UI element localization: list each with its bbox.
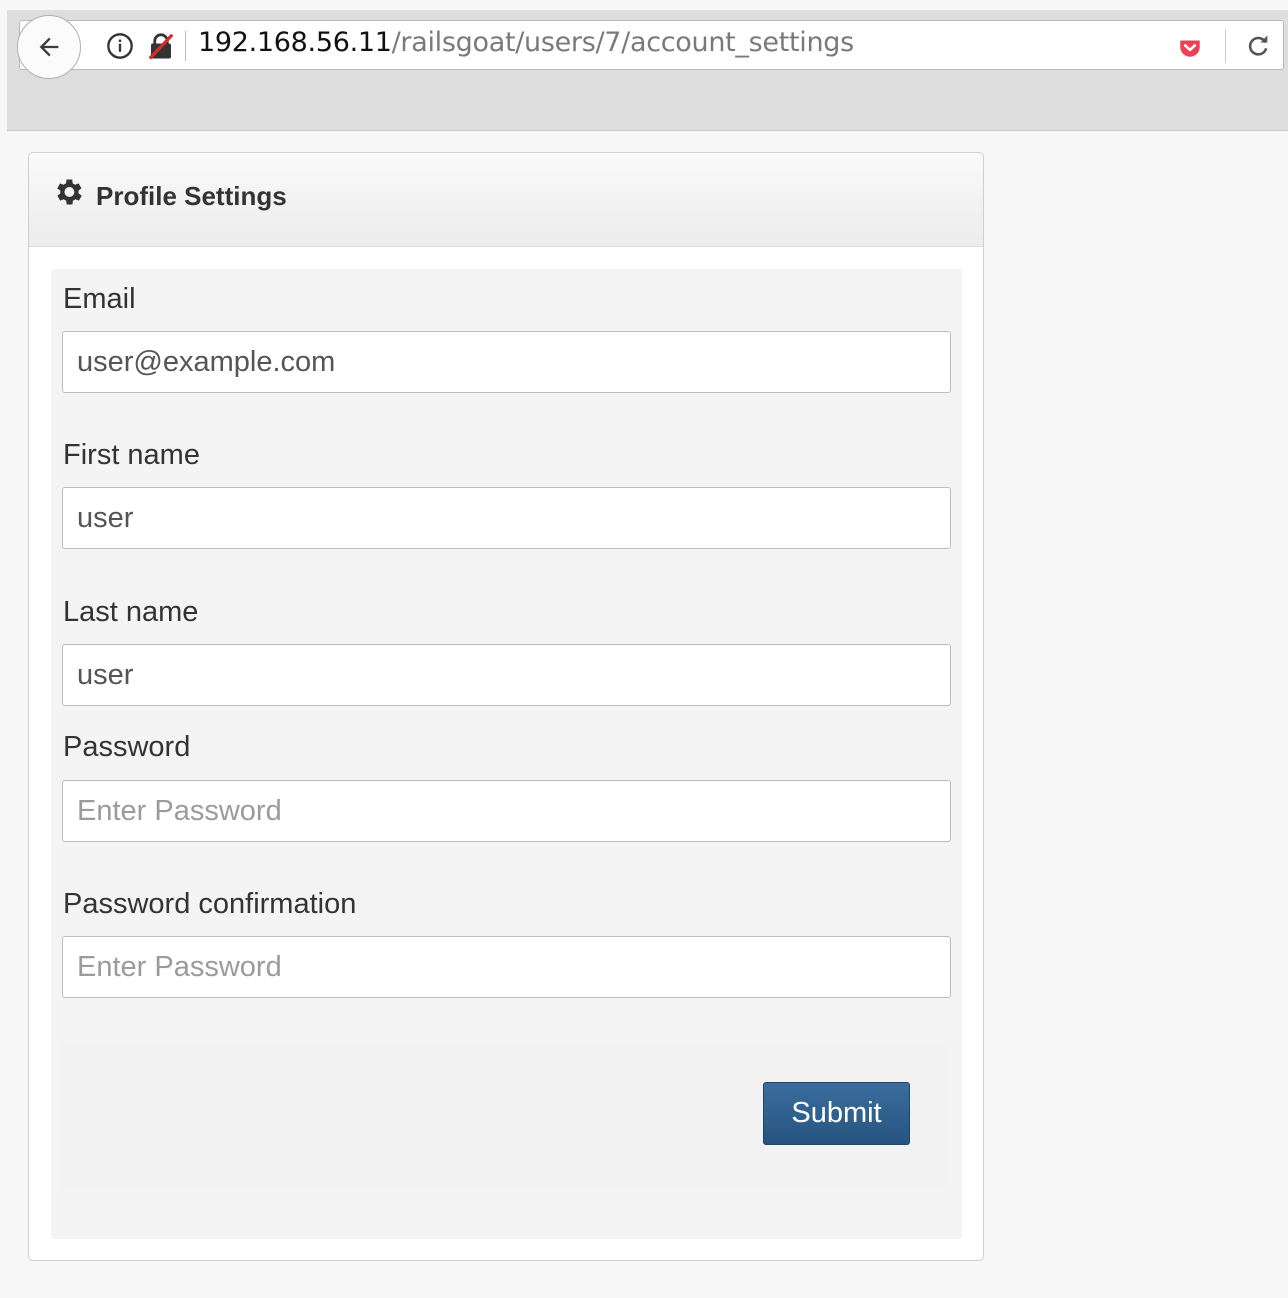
info-icon[interactable] bbox=[106, 32, 134, 60]
back-arrow-icon bbox=[39, 37, 59, 57]
password-label: Password bbox=[63, 731, 191, 763]
form-actions: Submit bbox=[62, 1041, 945, 1191]
settings-form: Email First name Last name Password Pass… bbox=[51, 269, 962, 1239]
last-name-label: Last name bbox=[63, 596, 199, 628]
email-field[interactable] bbox=[62, 331, 951, 393]
first-name-field[interactable] bbox=[62, 487, 951, 549]
url-host: 192.168.56.11 bbox=[198, 27, 392, 58]
url-separator bbox=[185, 31, 186, 61]
email-label: Email bbox=[63, 283, 136, 315]
panel-header: Profile Settings bbox=[29, 153, 983, 247]
password-field[interactable] bbox=[62, 780, 951, 842]
url-text[interactable]: 192.168.56.11/railsgoat/users/7/account_… bbox=[198, 27, 854, 58]
pocket-icon[interactable] bbox=[1177, 34, 1203, 60]
last-name-field[interactable] bbox=[62, 644, 951, 706]
profile-settings-panel: Profile Settings Email First name Last n… bbox=[28, 152, 984, 1261]
first-name-label: First name bbox=[63, 439, 200, 471]
panel-title: Profile Settings bbox=[96, 181, 287, 211]
password-confirmation-field[interactable] bbox=[62, 936, 951, 998]
url-bar[interactable]: 192.168.56.11/railsgoat/users/7/account_… bbox=[19, 20, 1284, 70]
back-button[interactable] bbox=[17, 15, 81, 79]
gear-icon bbox=[57, 179, 82, 205]
insecure-lock-icon[interactable] bbox=[146, 31, 176, 61]
submit-button[interactable]: Submit bbox=[763, 1082, 910, 1145]
toolbar-separator bbox=[1225, 29, 1226, 63]
reload-icon[interactable] bbox=[1244, 32, 1272, 60]
url-path: /railsgoat/users/7/account_settings bbox=[391, 27, 855, 58]
password-confirmation-label: Password confirmation bbox=[63, 888, 357, 920]
browser-toolbar: 192.168.56.11/railsgoat/users/7/account_… bbox=[7, 10, 1288, 131]
